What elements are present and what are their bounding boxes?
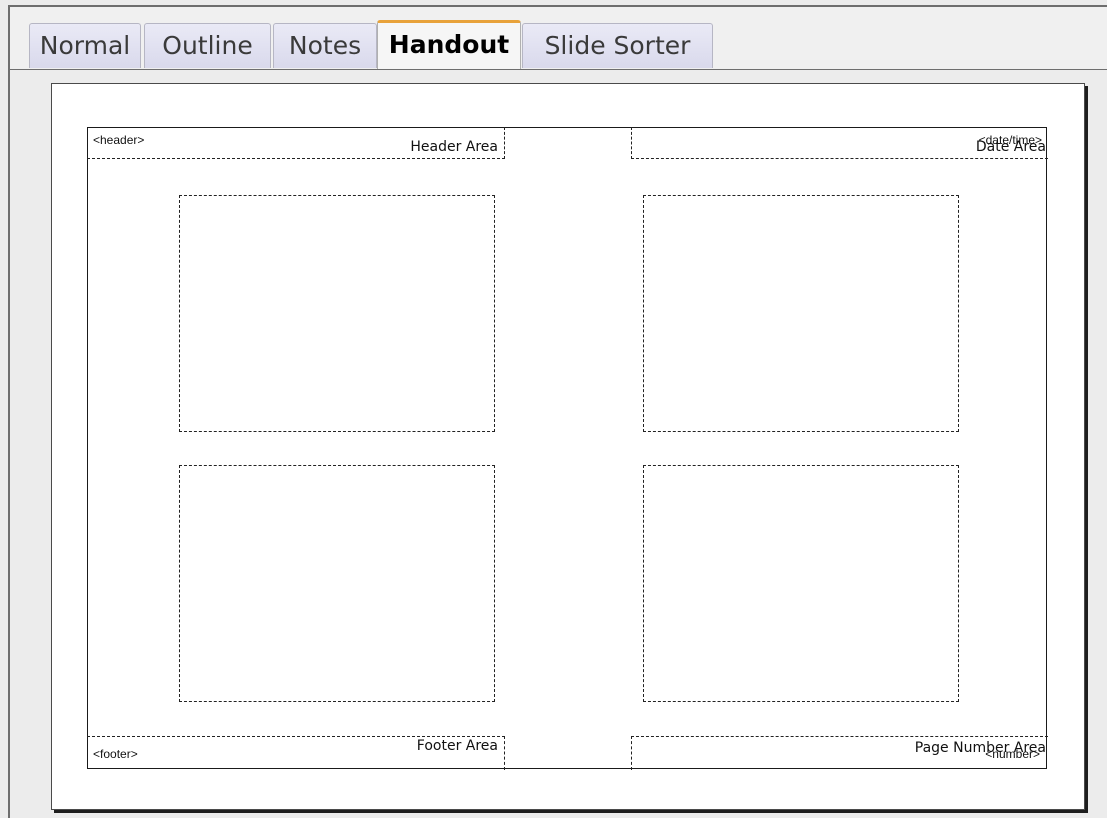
date-area[interactable]: <date/time> Date Area: [631, 127, 1048, 159]
header-area[interactable]: <header> Header Area: [87, 127, 505, 159]
tab-slide-sorter[interactable]: Slide Sorter: [522, 23, 713, 68]
slide-placeholder-1[interactable]: [179, 195, 495, 432]
tab-outline[interactable]: Outline: [144, 23, 271, 68]
handout-page[interactable]: <header> Header Area <date/time> Date Ar…: [51, 83, 1085, 810]
tab-normal[interactable]: Normal: [29, 23, 141, 68]
tab-handout[interactable]: Handout: [377, 20, 521, 69]
handout-workspace[interactable]: <header> Header Area <date/time> Date Ar…: [10, 70, 1107, 818]
header-field: <header>: [93, 133, 145, 147]
date-area-label: Date Area: [975, 139, 1046, 155]
page-number-area[interactable]: Page Number Area <number>: [631, 736, 1048, 770]
impress-window: Normal Outline Notes Handout Slide Sorte…: [0, 0, 1107, 818]
slide-placeholder-4[interactable]: [643, 465, 959, 702]
slide-placeholder-3[interactable]: [179, 465, 495, 702]
view-tab-bar: Normal Outline Notes Handout Slide Sorte…: [10, 7, 1107, 70]
window-top-border: [8, 5, 1107, 7]
footer-field: <footer>: [93, 747, 138, 761]
footer-area-label: Footer Area: [416, 738, 498, 754]
page-number-field: <number>: [985, 747, 1040, 761]
header-area-label: Header Area: [410, 139, 498, 155]
slide-placeholder-2[interactable]: [643, 195, 959, 432]
tab-notes[interactable]: Notes: [273, 23, 377, 68]
handout-frame: <header> Header Area <date/time> Date Ar…: [87, 127, 1048, 770]
footer-area[interactable]: Footer Area <footer>: [87, 736, 505, 770]
